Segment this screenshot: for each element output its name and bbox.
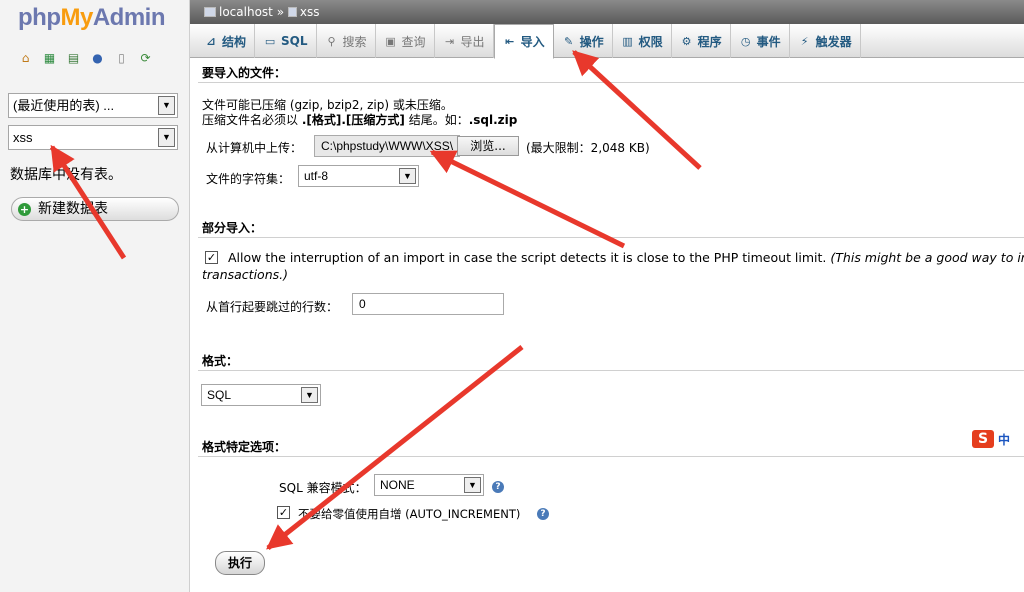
tab-operations[interactable]: ✎ 操作 <box>554 24 613 58</box>
tab-triggers[interactable]: ⚡ 触发器 <box>790 24 861 58</box>
ime-indicator[interactable]: S 中 <box>970 428 1024 450</box>
allow-interrupt-checkbox[interactable]: ✓ <box>205 251 218 264</box>
help-icon[interactable]: ? <box>537 508 549 520</box>
allow-interrupt-note: transactions.) <box>202 267 288 282</box>
plus-icon: + <box>18 203 31 216</box>
divider <box>198 456 1024 457</box>
help-icon[interactable]: ? <box>492 481 504 493</box>
phpmyadmin-logo[interactable]: phpMyAdmin <box>18 4 166 32</box>
sql-icon: ▭ <box>264 34 276 48</box>
import-page: 要导入的文件： 文件可能已压缩 (gzip, bzip2, zip) 或未压缩。… <box>190 58 1024 592</box>
search-icon: ⚲ <box>327 34 336 48</box>
chevron-down-icon: ▼ <box>399 168 416 184</box>
home-icon[interactable]: ⌂ <box>18 50 33 65</box>
breadcrumb-db[interactable]: xss <box>300 5 320 19</box>
operations-icon: ✎ <box>563 34 574 48</box>
breadcrumb: localhost » xss <box>190 0 1024 24</box>
structure-icon: ⊿ <box>206 34 216 48</box>
skip-rows-input[interactable]: 0 <box>352 293 504 315</box>
new-table-button[interactable]: + 新建数据表 <box>11 197 179 221</box>
server-icon <box>204 7 216 17</box>
export-icon: ⇥ <box>444 34 455 48</box>
tab-label: SQL <box>281 34 308 48</box>
upload-label: 从计算机中上传： <box>206 141 303 155</box>
divider <box>198 370 1024 371</box>
tab-query[interactable]: ▣ 查询 <box>376 24 435 58</box>
query-icon: ▣ <box>385 34 396 48</box>
help-icon[interactable]: ● <box>90 50 105 65</box>
sogou-ime-icon: S <box>972 430 994 448</box>
breadcrumb-server[interactable]: localhost <box>219 5 273 19</box>
tab-import[interactable]: ⇤ 导入 <box>493 24 554 59</box>
file-input[interactable]: C:\phpstudy\WWW\XSS\ <box>314 135 460 157</box>
tab-export[interactable]: ⇥ 导出 <box>435 24 494 58</box>
query-icon[interactable]: ▤ <box>66 50 81 65</box>
tab-label: 搜索 <box>342 34 367 49</box>
database-icon <box>287 7 297 17</box>
format-options-title: 格式特定选项： <box>202 440 287 454</box>
recent-tables-select[interactable]: (最近使用的表) ... ▼ <box>8 93 178 118</box>
events-icon: ◷ <box>740 34 751 48</box>
docs-icon[interactable]: ▯ <box>114 50 129 65</box>
charset-select[interactable]: utf-8 ▼ <box>298 165 419 187</box>
import-file-title: 要导入的文件： <box>202 66 287 80</box>
filename-note: 压缩文件名必须以 .[格式].[压缩方式] 结尾。如：.sql.zip <box>202 113 518 127</box>
divider <box>198 82 1024 83</box>
charset-label: 文件的字符集： <box>206 172 291 186</box>
divider <box>198 237 1024 238</box>
sql-compat-label: SQL 兼容模式： <box>279 481 367 495</box>
chevron-down-icon: ▼ <box>158 96 175 115</box>
no-tables-message: 数据库中没有表。 <box>10 167 122 183</box>
tab-label: 导入 <box>520 35 545 49</box>
table-icon[interactable]: ▦ <box>42 50 57 65</box>
tab-sql[interactable]: ▭ SQL <box>255 24 317 58</box>
chevron-down-icon: ▼ <box>464 477 481 493</box>
chevron-down-icon: ▼ <box>301 387 318 403</box>
format-select[interactable]: SQL ▼ <box>201 384 321 406</box>
settings-icon[interactable]: ⟳ <box>138 50 153 65</box>
tab-label: 查询 <box>401 34 426 49</box>
allow-interrupt-label: Allow the interruption of an import in c… <box>228 250 1024 265</box>
browse-button[interactable]: 浏览... <box>457 136 519 156</box>
tab-search[interactable]: ⚲ 搜索 <box>317 24 376 58</box>
go-button[interactable]: 执行 <box>215 551 265 575</box>
partial-import-title: 部分导入： <box>202 221 263 235</box>
tab-label: 程序 <box>697 34 722 49</box>
max-size-label: (最大限制：2,048 KB) <box>526 141 650 155</box>
database-select[interactable]: xss ▼ <box>8 125 178 150</box>
tab-label: 权限 <box>638 34 663 49</box>
tab-label: 事件 <box>756 34 781 49</box>
format-title: 格式： <box>202 354 239 368</box>
chevron-down-icon: ▼ <box>158 128 175 147</box>
sql-compat-select[interactable]: NONE ▼ <box>374 474 484 496</box>
no-auto-value-checkbox[interactable]: ✓ <box>277 506 290 519</box>
routines-icon: ⚙ <box>681 34 692 48</box>
tab-label: 操作 <box>579 34 604 49</box>
tab-routines[interactable]: ⚙ 程序 <box>672 24 731 58</box>
tab-label: 结构 <box>222 34 247 49</box>
navigation-panel: phpMyAdmin ⌂ ▦ ▤ ● ▯ ⟳ (最近使用的表) ... ▼ xs… <box>0 0 190 592</box>
import-icon: ⇤ <box>504 35 515 48</box>
tab-privileges[interactable]: ▥ 权限 <box>613 24 672 58</box>
tab-events[interactable]: ◷ 事件 <box>731 24 790 58</box>
navigation-icons: ⌂ ▦ ▤ ● ▯ ⟳ <box>18 50 153 65</box>
skip-rows-label: 从首行起要跳过的行数： <box>206 300 339 314</box>
privileges-icon: ▥ <box>622 34 633 48</box>
tab-structure[interactable]: ⊿ 结构 <box>196 24 256 58</box>
tab-label: 触发器 <box>815 34 852 49</box>
tab-label: 导出 <box>460 34 485 49</box>
triggers-icon: ⚡ <box>800 34 809 48</box>
tab-bar: ⊿ 结构 ▭ SQL ⚲ 搜索 ▣ 查询 ⇥ 导出 ⇤ 导入 ✎ 操作 ▥ 权限 ⚙ 程序 ◷ 事件 ⚡ 触发器 <box>190 24 1024 59</box>
no-auto-value-label: 不要给零值使用自增 (AUTO_INCREMENT) <box>298 507 521 521</box>
breadcrumb-separator: » <box>276 5 285 19</box>
